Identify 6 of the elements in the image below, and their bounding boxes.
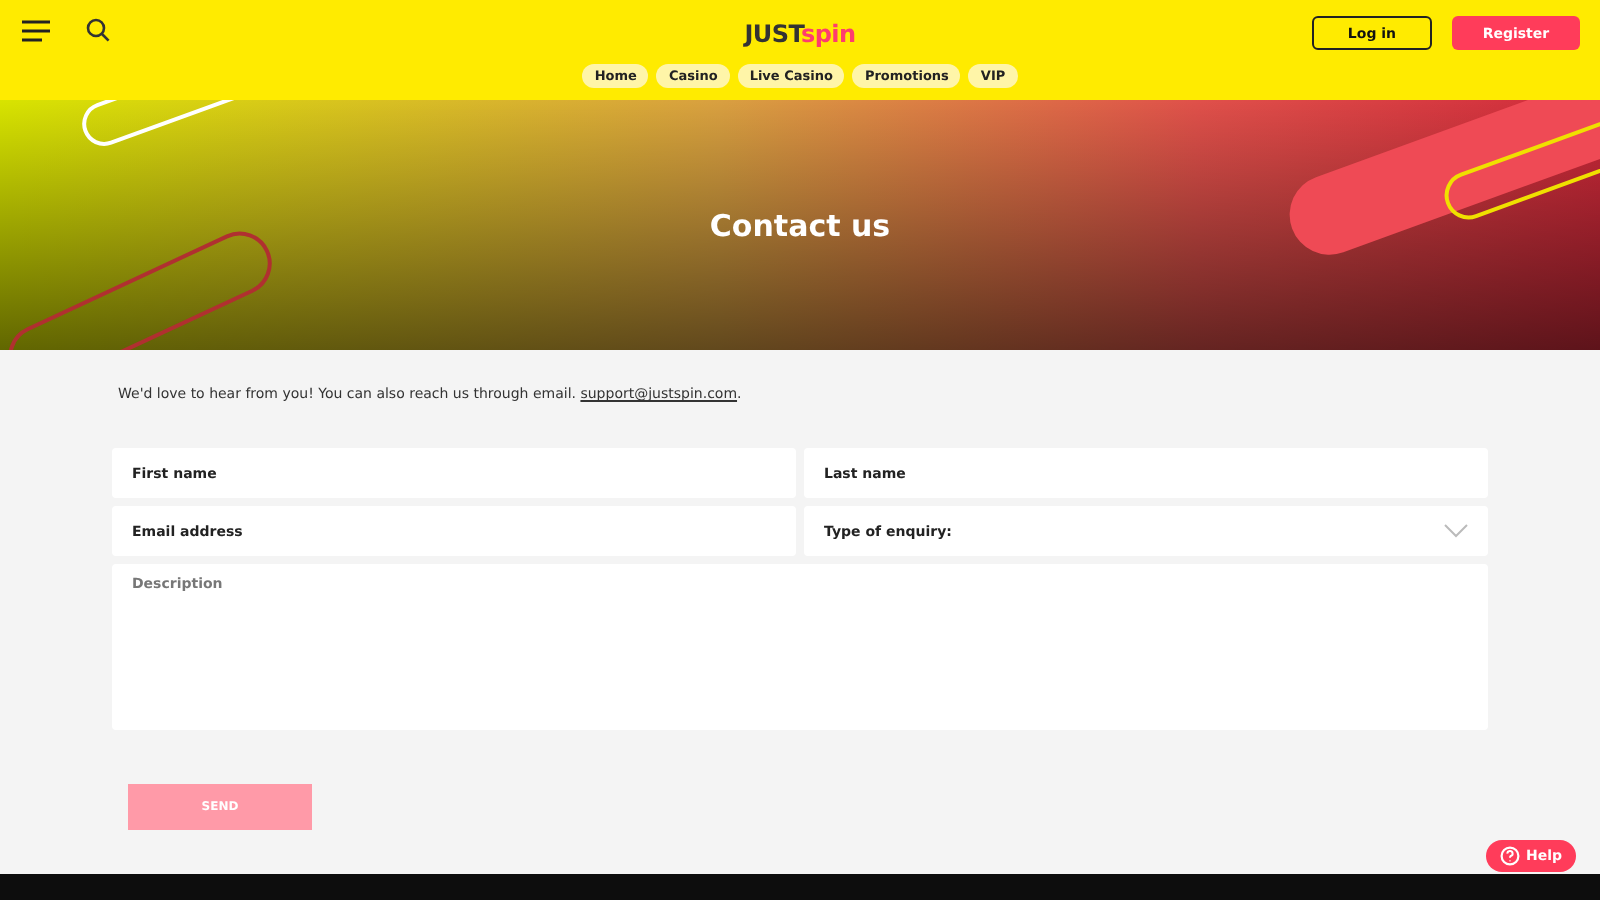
chevron-icon [1444,524,1468,538]
menu-icon[interactable] [22,19,50,41]
help-icon [1499,846,1520,866]
logo[interactable]: JUSTspin [744,13,856,47]
search-icon[interactable] [86,18,110,42]
page-title: Contact us [709,207,891,243]
